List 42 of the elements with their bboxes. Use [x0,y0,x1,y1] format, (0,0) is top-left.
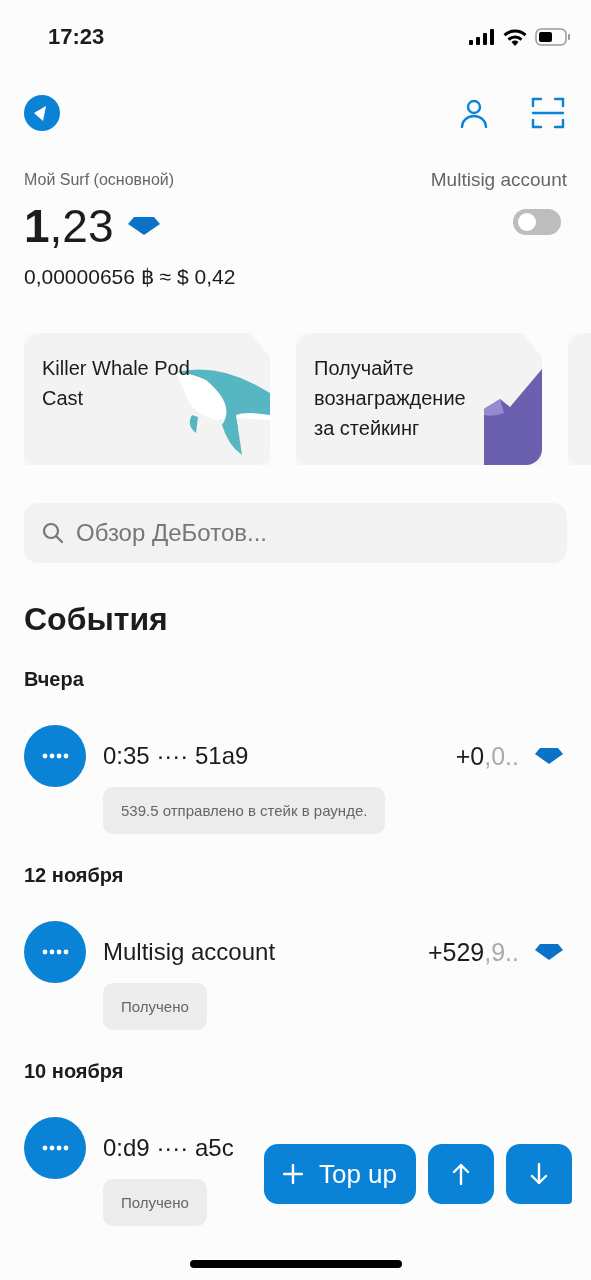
avatar-icon [24,1117,86,1179]
search-icon [42,522,64,544]
promo-card[interactable]: Killer Whale Pod Cast [24,333,270,465]
diamond-icon [127,217,160,235]
profile-icon[interactable] [459,98,489,128]
scan-icon[interactable] [531,96,565,130]
event-title[interactable]: 0:35 ···· 51a9 [103,742,249,770]
battery-icon [535,28,571,46]
status-time: 17:23 [48,24,105,50]
event-title[interactable]: Multisig account [103,938,276,966]
top-up-button[interactable]: Top up [264,1144,416,1204]
balance-amount: 1,23 [24,199,114,253]
card-title: Получайте вознаграждение за стейкинг [314,356,467,441]
event-note: Получено [103,1179,207,1226]
signal-icon [469,29,495,45]
search-field[interactable]: Обзор ДеБотов... [24,503,567,563]
event-amount: +0,0.. [455,741,519,771]
wifi-icon [503,28,527,46]
diamond-icon [535,944,563,960]
promo-card[interactable]: Получайте вознаграждение за стейкинг [296,333,542,465]
fiat-value: 0,00000656 ฿ ≈ $ 0,42 [24,265,236,289]
avatar-icon [24,921,86,983]
date-heading: 10 ноября [24,1060,125,1083]
navigation-icon [24,95,60,131]
date-heading: 12 ноября [24,864,125,887]
event-amount: +529,9.. [427,937,519,967]
plus-icon [282,1164,303,1184]
receive-button[interactable] [506,1144,572,1204]
multisig-label: Multisig account [430,169,567,191]
section-title: События [24,601,169,638]
event-note: 539.5 отправлено в стейк в раунде. [103,787,386,834]
account-name: Мой Surf (основной) [24,171,176,189]
multisig-toggle[interactable] [513,209,561,235]
card-title: Killer Whale Pod Cast [42,356,191,411]
avatar-icon [24,725,86,787]
diamond-icon [535,748,563,764]
event-note: Получено [103,983,207,1030]
arrow-up-icon [452,1163,470,1185]
send-button[interactable] [428,1144,494,1204]
event-title[interactable]: 0:d9 ···· a5c [103,1134,234,1162]
arrow-down-icon [530,1163,548,1185]
date-heading: Вчера [24,668,85,691]
